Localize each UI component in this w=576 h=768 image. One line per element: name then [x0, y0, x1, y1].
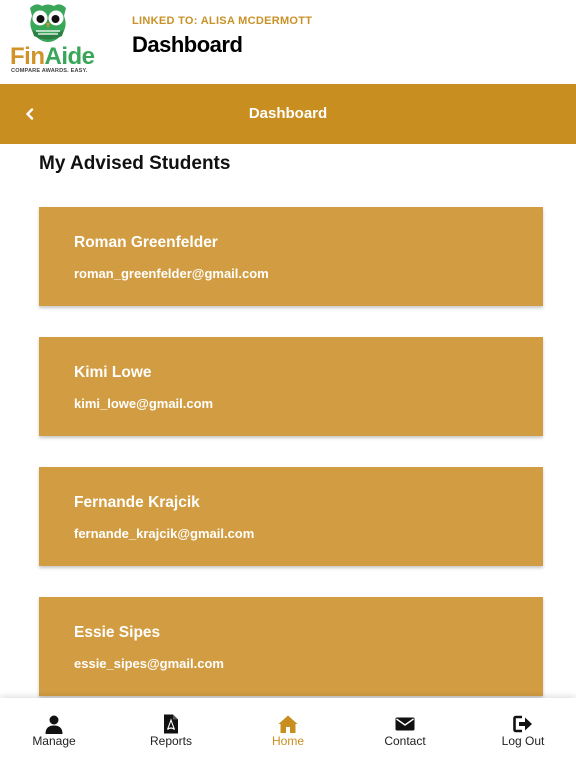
- envelope-icon: [395, 717, 415, 731]
- tab-label: Reports: [149, 734, 193, 748]
- student-email: essie_sipes@gmail.com: [74, 656, 224, 671]
- finaide-logo[interactable]: FinAide COMPARE AWARDS. EASY.: [6, 2, 98, 80]
- tab-label: Contact: [384, 734, 426, 748]
- page-title: Dashboard: [132, 32, 243, 57]
- sign-out-icon: [513, 715, 532, 733]
- student-email: kimi_lowe@gmail.com: [74, 396, 214, 411]
- student-name: Roman Greenfelder: [74, 234, 218, 251]
- student-email: fernande_krajcik@gmail.com: [74, 526, 255, 541]
- student-card[interactable]: Fernande Krajcik fernande_krajcik@gmail.…: [39, 467, 543, 566]
- tab-log-out[interactable]: Log Out: [473, 698, 573, 768]
- linked-to-label: LINKED TO: ALISA MCDERMOTT: [132, 15, 313, 27]
- user-icon: [45, 715, 63, 734]
- student-name: Kimi Lowe: [74, 364, 152, 381]
- logo-wordmark-fin: Fin: [10, 43, 45, 70]
- logo-wordmark-aide: Aide: [44, 43, 96, 70]
- student-card[interactable]: Roman Greenfelder roman_greenfelder@gmai…: [39, 207, 543, 306]
- tab-contact[interactable]: Contact: [355, 698, 455, 768]
- pdf-file-icon: [164, 714, 178, 734]
- owl-logo-icon: [30, 4, 66, 42]
- navigation-bar: Dashboard: [0, 84, 576, 144]
- tab-label: Log Out: [501, 734, 545, 748]
- student-name: Essie Sipes: [74, 624, 161, 641]
- logo-tagline: COMPARE AWARDS. EASY.: [11, 68, 88, 74]
- bottom-tab-bar: Manage Reports Home Contact Log Out: [0, 698, 576, 768]
- tab-label: Home: [271, 734, 304, 748]
- tab-label: Manage: [32, 734, 76, 748]
- tab-manage[interactable]: Manage: [4, 698, 104, 768]
- student-card[interactable]: Essie Sipes essie_sipes@gmail.com: [39, 597, 543, 696]
- app-header: FinAide COMPARE AWARDS. EASY. LINKED TO:…: [0, 0, 576, 84]
- logo-wordmark: FinAide: [10, 44, 95, 70]
- navbar-title: Dashboard: [248, 105, 328, 122]
- tab-home[interactable]: Home: [238, 698, 338, 768]
- tab-reports[interactable]: Reports: [121, 698, 221, 768]
- student-card[interactable]: Kimi Lowe kimi_lowe@gmail.com: [39, 337, 543, 436]
- home-icon: [278, 715, 298, 733]
- section-title: My Advised Students: [39, 153, 231, 174]
- student-email: roman_greenfelder@gmail.com: [74, 266, 269, 281]
- student-name: Fernande Krajcik: [74, 494, 200, 511]
